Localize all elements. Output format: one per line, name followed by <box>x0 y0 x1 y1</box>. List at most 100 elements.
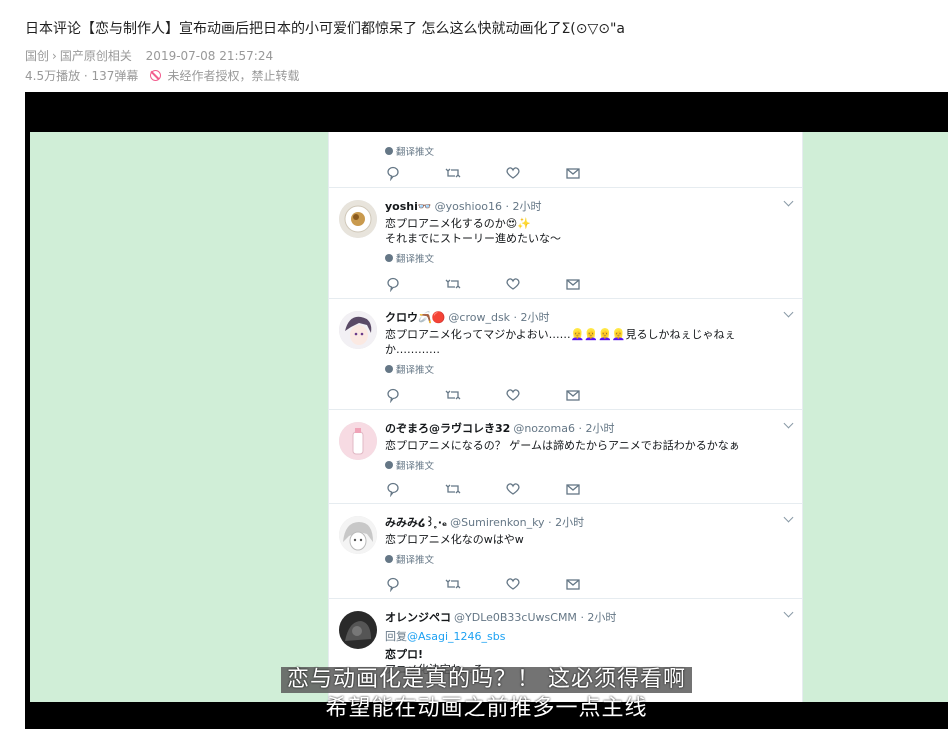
breadcrumb-item[interactable]: 国产原创相关 <box>60 49 132 63</box>
tweet-item: みみみ໒꒱ ̥‧ₑ @Sumirenkon_ky · 2小时 恋プロアニメ化なのw… <box>329 504 802 599</box>
retweet-icon <box>445 484 461 494</box>
reply-icon <box>387 482 399 497</box>
heart-button[interactable] <box>505 276 565 292</box>
tweet-author-name[interactable]: yoshi👓 <box>385 200 432 213</box>
breadcrumb-item[interactable]: 国创 <box>25 49 49 63</box>
tweet-item: 翻译推文 <box>329 132 802 188</box>
video-frame: 翻译推文 yoshi👓 @yoshioo16 · 2小时 恋プロアニメ化するのか😍… <box>30 132 948 702</box>
tweet-text: 恋プロアニメになるの？ ゲームは諦めたからアニメでお話わかるかなぁ <box>385 439 740 452</box>
subtitle-text: 希望能在动画之前推多一点主线 <box>325 696 648 721</box>
tweet-time[interactable]: · 2小时 <box>548 516 584 529</box>
avatar <box>339 611 377 649</box>
copyright-notice: 未经作者授权，禁止转载 <box>150 67 299 84</box>
tweet-time[interactable]: · 2小时 <box>514 311 550 324</box>
retweet-button[interactable] <box>445 165 505 181</box>
tweet-handle[interactable]: @YDLe0B33cUwsCMM <box>454 611 577 624</box>
message-button[interactable] <box>565 481 625 497</box>
globe-icon <box>385 461 393 469</box>
retweet-button[interactable] <box>445 481 505 497</box>
tweet-text: 恋プロ! <box>385 648 424 661</box>
tweet-item: yoshi👓 @yoshioo16 · 2小时 恋プロアニメ化するのか😍✨ それま… <box>329 188 802 299</box>
tweet-time[interactable]: · 2小时 <box>506 200 542 213</box>
tweet-text: 恋プロアニメ化ってマジかよおい……👱‍♀️👱‍♀️👱‍♀️👱‍♀️見るしかねぇじ… <box>385 328 736 341</box>
retweet-icon <box>445 279 461 289</box>
tweet-author-name[interactable]: のぞまろ@ラヴコレき32 <box>385 422 510 435</box>
heart-button[interactable] <box>505 387 565 403</box>
message-icon <box>566 390 580 401</box>
message-button[interactable] <box>565 276 625 292</box>
message-icon <box>566 579 580 590</box>
tweet-actions <box>385 387 625 403</box>
video-title: 日本评论【恋与制作人】宣布动画后把日本的小可爱们都惊呆了 怎么这么快就动画化了Σ… <box>25 21 626 37</box>
tweet-handle[interactable]: @Sumirenkon_ky <box>450 516 544 529</box>
publish-date: 2019-07-08 21:57:24 <box>145 49 274 63</box>
globe-icon <box>385 365 393 373</box>
tweet-author-name[interactable]: みみみ໒꒱ ̥‧ₑ <box>385 516 447 529</box>
reply-icon <box>387 277 399 292</box>
reply-button[interactable] <box>385 276 445 292</box>
video-meta: 国创 › 国产原创相关 2019-07-08 21:57:24 <box>25 47 273 64</box>
heart-icon <box>506 578 520 590</box>
subtitle-line-2: 希望能在动画之前推多一点主线 <box>25 696 948 722</box>
message-button[interactable] <box>565 387 625 403</box>
heart-icon <box>506 389 520 401</box>
heart-button[interactable] <box>505 481 565 497</box>
view-danmaku-count: 4.5万播放 · 137弹幕 <box>25 69 139 83</box>
message-icon <box>566 279 580 290</box>
tweet-handle[interactable]: @crow_dsk <box>448 311 510 324</box>
reply-button[interactable] <box>385 387 445 403</box>
tweet-actions <box>385 481 625 497</box>
tweet-text: か………… <box>385 343 440 356</box>
retweet-button[interactable] <box>445 276 505 292</box>
avatar <box>339 311 377 349</box>
heart-icon <box>506 278 520 290</box>
tweet-author-name[interactable]: オレンジペコ <box>385 611 451 624</box>
reply-button[interactable] <box>385 165 445 181</box>
tweet-actions <box>385 276 625 292</box>
reply-button[interactable] <box>385 576 445 592</box>
heart-icon <box>506 483 520 495</box>
translate-link[interactable]: 翻译推文 <box>385 458 792 472</box>
breadcrumb-separator: › <box>52 49 57 63</box>
message-icon <box>566 168 580 179</box>
reply-icon <box>387 577 399 592</box>
reply-mention-link[interactable]: @Asagi_1246_sbs <box>407 630 505 643</box>
tweet-text: それまでにストーリー進めたいな～ <box>385 232 561 245</box>
video-stats-row: 4.5万播放 · 137弹幕 未经作者授权，禁止转载 <box>25 67 299 84</box>
heart-button[interactable] <box>505 576 565 592</box>
tweet-actions <box>385 165 625 181</box>
subtitle-text: 恋与动画化是真的吗？！ 这必须得看啊 <box>281 667 692 693</box>
heart-button[interactable] <box>505 165 565 181</box>
tweet-text: 恋プロアニメ化するのか😍✨ <box>385 217 531 230</box>
translate-link[interactable]: 翻译推文 <box>385 251 792 265</box>
copyright-notice-text: 未经作者授权，禁止转载 <box>167 69 300 83</box>
retweet-icon <box>445 579 461 589</box>
tweet-actions <box>385 576 625 592</box>
video-header: 日本评论【恋与制作人】宣布动画后把日本的小可爱们都惊呆了 怎么这么快就动画化了Σ… <box>25 0 948 92</box>
tweet-time[interactable]: · 2小时 <box>578 422 614 435</box>
reply-icon <box>387 166 399 181</box>
translate-link[interactable]: 翻译推文 <box>385 144 792 158</box>
heart-icon <box>506 167 520 179</box>
retweet-button[interactable] <box>445 576 505 592</box>
message-icon <box>566 484 580 495</box>
retweet-button[interactable] <box>445 387 505 403</box>
tweet-author-name[interactable]: クロウ🪃🔴 <box>385 311 445 324</box>
tweet-handle[interactable]: @yoshioo16 <box>435 200 502 213</box>
message-button[interactable] <box>565 165 625 181</box>
tweet-feed: 翻译推文 yoshi👓 @yoshioo16 · 2小时 恋プロアニメ化するのか😍… <box>328 132 803 702</box>
avatar <box>339 516 377 554</box>
retweet-icon <box>445 390 461 400</box>
tweet-item: のぞまろ@ラヴコレき32 @nozoma6 · 2小时 恋プロアニメになるの？ ゲ… <box>329 410 802 504</box>
reply-button[interactable] <box>385 481 445 497</box>
video-player[interactable]: 翻译推文 yoshi👓 @yoshioo16 · 2小时 恋プロアニメ化するのか😍… <box>25 92 948 729</box>
translate-link[interactable]: 翻译推文 <box>385 552 792 566</box>
avatar <box>339 200 377 238</box>
message-button[interactable] <box>565 576 625 592</box>
translate-link[interactable]: 翻译推文 <box>385 362 792 376</box>
globe-icon <box>385 555 393 563</box>
subtitle-line-1: 恋与动画化是真的吗？！ 这必须得看啊 <box>25 667 948 693</box>
tweet-handle[interactable]: @nozoma6 <box>513 422 575 435</box>
tweet-time[interactable]: · 2小时 <box>580 611 616 624</box>
tweet-reply-line: 回复@Asagi_1246_sbs <box>385 630 506 643</box>
